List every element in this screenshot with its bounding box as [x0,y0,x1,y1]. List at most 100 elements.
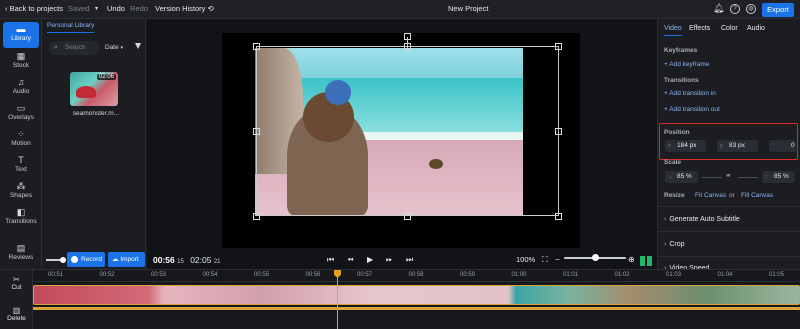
nav-motion[interactable]: ⁘ Motion [3,127,39,153]
nav-library[interactable]: ▬ Library [3,22,39,48]
chevron-down-icon[interactable]: ▾ [95,5,98,12]
import-button[interactable]: ☁ Import [108,252,145,267]
trash-icon: ▥ [12,306,21,315]
ruler-tick: 01:04 [717,272,733,278]
record-button[interactable]: Record [67,252,105,267]
current-time: 00:56 [153,255,175,265]
fit-canvas-link[interactable]: Fit Canvas [695,192,726,199]
undo-button[interactable]: Undo [107,4,125,13]
export-button[interactable]: Export [762,3,794,17]
project-title[interactable]: New Project [448,4,488,13]
audio-meter-right [647,256,652,266]
cut-label: Cut [11,284,22,291]
canvas[interactable] [222,33,580,248]
scale-height-input[interactable]: ↕ 85 % [762,171,795,183]
thumbnail-image [76,86,96,98]
resize-title: Resize [664,192,685,199]
nav-audio[interactable]: ♫ Audio [3,75,39,101]
rotate-handle[interactable] [404,33,411,40]
add-keyframe-link[interactable]: + Add keyframe [664,61,709,68]
fill-canvas-link[interactable]: Fill Canvas [741,192,773,199]
selection-box[interactable] [256,46,559,216]
globe-icon[interactable]: ◍ [746,4,756,14]
nav-stock[interactable]: ▦ Stock [3,49,39,75]
properties-panel: Video Effects Color Audio Keyframes + Ad… [657,19,800,272]
resize-handle-tl[interactable] [253,43,260,50]
tab-audio[interactable]: Audio [747,25,765,32]
resize-handle-tr[interactable] [555,43,562,50]
divider [658,206,800,207]
position-x-value: 184 px [677,142,697,149]
accordion-auto-subtitle[interactable]: › Generate Auto Subtitle [664,216,740,223]
link-icon[interactable]: ⚭ [725,171,732,180]
fullscreen-icon[interactable]: ⛶ [542,255,548,265]
tab-effects[interactable]: Effects [689,25,710,32]
volume-knob[interactable] [592,254,599,261]
video-track-clip[interactable] [33,285,800,305]
nav-text[interactable]: T Text [3,153,39,179]
nav-reviews[interactable]: ▤ Reviews [3,241,39,267]
zoom-level[interactable]: 100% [516,255,535,264]
bell-icon[interactable]: 🔔︎ [713,3,724,14]
zoom-in-icon[interactable]: ⊕ [628,255,635,264]
nav-overlays[interactable]: ▭ Overlays [3,101,39,127]
media-thumbnail[interactable]: 02:06 [70,72,118,106]
nav-label: Motion [11,140,31,147]
volume-slider[interactable] [564,254,626,261]
redo-button[interactable]: Redo [130,4,148,13]
sort-dropdown[interactable]: Date ▾ [105,44,123,51]
cloud-upload-icon: ☁ [112,256,119,263]
record-label: Record [81,256,102,263]
accordion-crop[interactable]: › Crop [664,241,685,248]
zoom-out-icon[interactable]: − [555,255,560,264]
nav-label: Audio [12,88,30,95]
playhead[interactable] [337,270,338,329]
resize-handle-l[interactable] [253,128,260,135]
fast-forward-icon[interactable]: ⏩︎ [386,255,392,265]
timeline-ruler[interactable]: 00:51 00:52 00:53 00:54 00:55 00:56 00:57 00:58… [33,270,800,282]
help-icon[interactable]: ? [730,4,740,14]
tab-color[interactable]: Color [721,25,738,32]
resize-handle-br[interactable] [555,213,562,220]
rewind-icon[interactable]: ⏪︎ [347,255,353,265]
delete-button[interactable]: ▥ Delete [0,306,33,322]
position-title: Position [664,129,690,136]
keyframes-title: Keyframes [664,47,698,54]
skip-end-icon[interactable]: ⏭︎ [406,255,413,265]
tab-video[interactable]: Video [664,25,682,36]
resize-handle-bl[interactable] [253,213,260,220]
preview-stage: 00:56 15 02:05 21 ⏮︎ ⏪︎ ▶︎ ⏩︎ ⏭︎ 100% ⛶ … [147,19,657,269]
mic-level-knob[interactable] [60,257,66,263]
scale-width-input[interactable]: ↔ 85 % [665,171,698,183]
search-icon: ⌕ [54,44,58,51]
search-placeholder: Search [65,44,86,51]
chevron-left-icon: ‹ [5,4,8,13]
position-y-input[interactable]: y 83 px [717,140,758,152]
nav-label: Library [11,35,31,42]
ruler-tick: 01:00 [511,272,527,278]
accordion-label: Crop [669,241,685,248]
skip-start-icon[interactable]: ⏮︎ [327,255,334,265]
back-button[interactable]: ‹ Back to projects [5,4,63,13]
version-history-button[interactable]: Version History ⟲ [155,4,214,13]
search-input[interactable]: ⌕ Search [49,41,99,55]
chevron-right-icon: › [664,241,667,248]
rotation-input[interactable]: ° 0 [769,140,796,152]
ruler-tick: 00:54 [202,272,218,278]
nav-transitions[interactable]: ◧ Transitions [3,205,39,231]
add-transition-in-link[interactable]: + Add transition in [664,90,716,97]
shapes-icon: ⁂ [16,181,26,191]
resize-handle-b[interactable] [404,213,411,220]
play-icon[interactable]: ▶︎ [367,255,373,264]
resize-handle-r[interactable] [555,128,562,135]
timeline: ✂︎ Cut ▥ Delete 00:51 00:52 00:53 00:54 00:5… [0,269,800,329]
filter-icon[interactable] [135,43,141,49]
cut-button[interactable]: ✂︎ Cut [0,275,33,291]
accordion-label: Generate Auto Subtitle [669,216,740,223]
position-x-input[interactable]: x 184 px [665,140,706,152]
add-transition-out-link[interactable]: + Add transition out [664,106,720,113]
tab-personal-library[interactable]: Personal Library [47,22,95,33]
resize-handle-t[interactable] [404,43,411,50]
nav-shapes[interactable]: ⁂ Shapes [3,179,39,205]
audio-track-line[interactable] [33,307,800,310]
